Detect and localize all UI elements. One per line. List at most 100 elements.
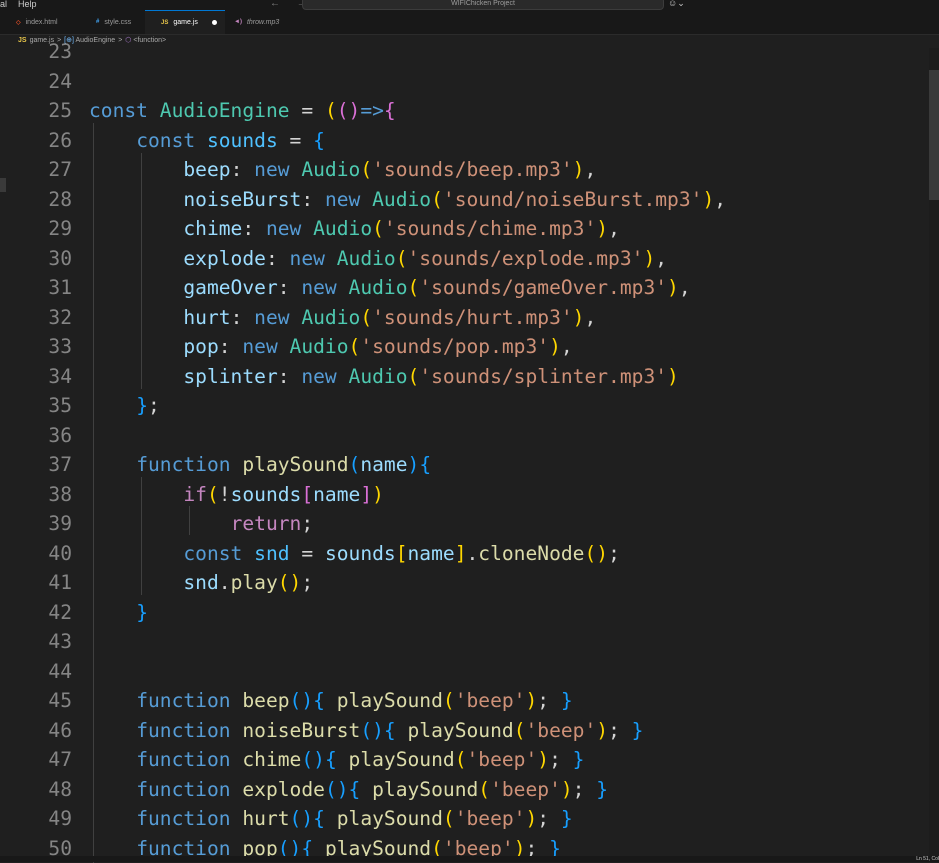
code-text[interactable]: const AudioEngine = (()=>{ — [89, 96, 396, 126]
code-token: play — [231, 571, 278, 594]
code-text[interactable]: if(!sounds[name]) — [89, 480, 384, 510]
code-token: 'beep' — [525, 719, 596, 742]
code-token: name — [360, 453, 407, 476]
scrollbar-thumb[interactable] — [929, 70, 939, 200]
code-text[interactable]: function chime(){ playSound('beep'); } — [89, 745, 584, 775]
code-token: . — [219, 571, 231, 594]
code-token: { — [419, 453, 431, 476]
code-token — [89, 512, 231, 535]
cursor-position[interactable]: Ln 51, Col — [916, 856, 939, 862]
code-token: sounds — [325, 542, 396, 565]
code-token: ( — [360, 719, 372, 742]
code-token: , — [584, 306, 596, 329]
line-number: 42 — [0, 598, 72, 628]
code-token: } — [573, 748, 585, 771]
code-token: chime — [242, 748, 301, 771]
code-token: . — [467, 542, 479, 565]
line-number: 26 — [0, 126, 72, 156]
code-token: : — [266, 247, 290, 270]
line-number: 40 — [0, 539, 72, 569]
code-token: ) — [667, 365, 679, 388]
code-token: ) — [596, 217, 608, 240]
code-token: explode — [242, 778, 325, 801]
code-token: function — [136, 778, 242, 801]
code-token: playSound — [349, 748, 455, 771]
code-text[interactable]: const sounds = { — [89, 126, 325, 156]
code-token: { — [384, 719, 408, 742]
code-token: ; — [301, 512, 313, 535]
code-token: ) — [337, 778, 349, 801]
code-token: Audio — [301, 158, 360, 181]
code-token: } — [561, 807, 573, 830]
code-token: ) — [372, 483, 384, 506]
code-text[interactable]: snd.play(); — [89, 568, 313, 598]
code-text[interactable]: return; — [89, 509, 313, 539]
code-text[interactable]: }; — [89, 391, 160, 421]
code-token: ] — [455, 542, 467, 565]
line-number: 38 — [0, 480, 72, 510]
code-token — [89, 129, 136, 152]
code-text[interactable]: function explode(){ playSound('beep'); } — [89, 775, 608, 805]
code-token: ( — [584, 542, 596, 565]
code-text[interactable]: const snd = sounds[name].cloneNode(); — [89, 539, 620, 569]
code-token: { — [313, 689, 337, 712]
code-token: : — [242, 217, 266, 240]
code-text[interactable]: } — [89, 598, 148, 628]
code-text[interactable]: beep: new Audio('sounds/beep.mp3'), — [89, 155, 596, 185]
code-text[interactable]: gameOver: new Audio('sounds/gameOver.mp3… — [89, 273, 691, 303]
code-text[interactable]: noiseBurst: new Audio('sound/noiseBurst.… — [89, 185, 726, 215]
line-number: 35 — [0, 391, 72, 421]
code-token: } — [561, 689, 573, 712]
code-editor[interactable]: 232425const AudioEngine = (()=>{26 const… — [0, 0, 929, 862]
line-number: 34 — [0, 362, 72, 392]
line-number: 28 — [0, 185, 72, 215]
code-text[interactable]: splinter: new Audio('sounds/splinter.mp3… — [89, 362, 679, 392]
code-token: ( — [349, 335, 361, 358]
code-token: const — [89, 99, 160, 122]
code-token: 'beep' — [490, 778, 561, 801]
line-number: 31 — [0, 273, 72, 303]
code-text[interactable]: function hurt(){ playSound('beep'); } — [89, 804, 573, 834]
code-text[interactable]: function beep(){ playSound('beep'); } — [89, 686, 573, 716]
code-token: ( — [290, 689, 302, 712]
line-number: 48 — [0, 775, 72, 805]
line-number: 25 — [0, 96, 72, 126]
code-token: Audio — [349, 276, 408, 299]
code-token: ( — [360, 158, 372, 181]
code-text[interactable]: explode: new Audio('sounds/explode.mp3')… — [89, 244, 667, 274]
code-token: 'beep' — [455, 689, 526, 712]
code-token: 'sounds/hurt.mp3' — [372, 306, 573, 329]
code-token — [89, 394, 136, 417]
code-token: new — [301, 365, 348, 388]
code-token: ) — [573, 306, 585, 329]
indent-guide — [141, 153, 142, 389]
code-token: ; — [549, 748, 573, 771]
code-token: sounds — [207, 129, 290, 152]
code-token: : — [278, 365, 302, 388]
code-text[interactable]: function playSound(name){ — [89, 450, 431, 480]
code-text[interactable]: pop: new Audio('sounds/pop.mp3'), — [89, 332, 573, 362]
code-token: ( — [431, 188, 443, 211]
code-token: , — [714, 188, 726, 211]
code-token: sounds — [231, 483, 302, 506]
code-token: ; — [148, 394, 160, 417]
code-token: ) — [702, 188, 714, 211]
code-token: function — [136, 453, 242, 476]
code-token: , — [561, 335, 573, 358]
code-token: pop — [183, 335, 218, 358]
code-token: = — [290, 129, 314, 152]
code-token: Audio — [349, 365, 408, 388]
code-token — [89, 601, 136, 624]
code-token: : — [278, 276, 302, 299]
code-token: ( — [443, 689, 455, 712]
code-token — [89, 247, 183, 270]
code-token: ( — [290, 807, 302, 830]
code-token: ( — [325, 778, 337, 801]
code-token: ( — [514, 719, 526, 742]
code-token: ) — [525, 807, 537, 830]
code-token: } — [596, 778, 608, 801]
code-token: ) — [596, 542, 608, 565]
code-text[interactable]: hurt: new Audio('sounds/hurt.mp3'), — [89, 303, 596, 333]
code-text[interactable]: chime: new Audio('sounds/chime.mp3'), — [89, 214, 620, 244]
code-text[interactable]: function noiseBurst(){ playSound('beep')… — [89, 716, 643, 746]
